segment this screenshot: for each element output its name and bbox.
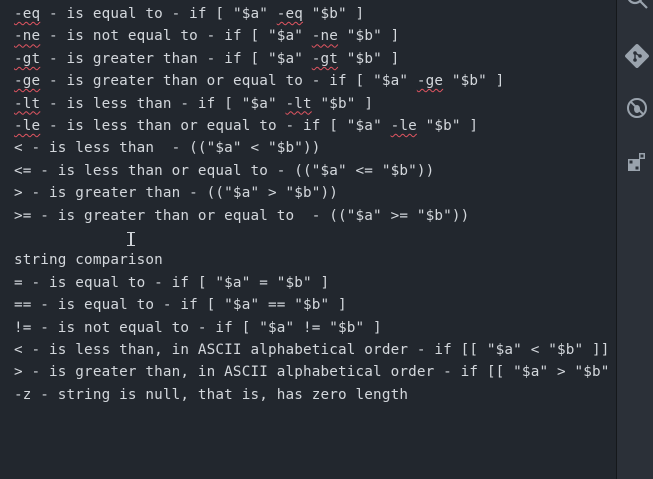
code-token: "$b" ] [338, 50, 400, 67]
text-cursor-icon [125, 230, 137, 250]
code-token-flagged: -gt [14, 50, 41, 67]
code-token: < - is less than - (("$a" < "$b")) [14, 140, 321, 157]
activity-bar [617, 0, 653, 479]
code-line: > - is greater than, in ASCII alphabetic… [14, 361, 616, 383]
code-token: "$b" ] [338, 28, 400, 45]
code-token: "$b" ] [443, 73, 505, 90]
code-line: -gt - is greater than - if [ "$a" -gt "$… [14, 48, 399, 70]
source-control-icon[interactable] [625, 44, 653, 74]
code-token-flagged: -eq [14, 6, 41, 22]
code-line: -lt - is less than - if [ "$a" -lt "$b" … [14, 93, 373, 115]
search-icon[interactable] [625, 0, 653, 16]
code-line: -eq - is equal to - if [ "$a" -eq "$b" ] [14, 3, 364, 25]
code-token-flagged: -eq [276, 6, 304, 22]
code-token-flagged: -lt [285, 95, 312, 112]
code-token: > - is greater than, in ASCII alphabetic… [14, 364, 616, 381]
code-token: == - is equal to - if [ "$a" == "$b" ] [14, 297, 347, 314]
code-token: >= - is greater than or equal to - (("$a… [14, 207, 470, 224]
code-token-flagged: -gt [311, 50, 339, 67]
code-token: - is equal to - if [ "$a" [40, 6, 277, 22]
code-token: > - is greater than - (("$a" > "$b")) [14, 185, 339, 202]
code-line: -z - string is null, that is, has zero l… [14, 384, 408, 406]
code-token: -z - string is null, that is, has zero l… [14, 386, 409, 403]
code-token: = - is equal to - if [ "$a" = "$b" ] [14, 274, 330, 291]
code-line: < - is less than, in ASCII alphabetical … [14, 339, 610, 361]
code-token-flagged: -ge [14, 73, 41, 90]
code-line: string comparison [14, 249, 163, 271]
code-token: - is less than or equal to - if [ "$a" [40, 118, 391, 134]
code-token-flagged: -le [390, 118, 417, 134]
debug-icon[interactable] [625, 96, 653, 126]
code-line: -ne - is not equal to - if [ "$a" -ne "$… [14, 25, 399, 47]
code-line: = - is equal to - if [ "$a" = "$b" ] [14, 272, 329, 294]
extensions-icon[interactable] [625, 150, 653, 180]
text-editor[interactable]: -eq - is equal to - if [ "$a" -eq "$b" ]… [0, 0, 616, 479]
code-token: - is less than - if [ "$a" [40, 95, 286, 112]
code-token-flagged: -ge [416, 73, 444, 90]
code-token: < - is less than, in ASCII alphabetical … [14, 342, 610, 358]
code-line: != - is not equal to - if [ "$a" != "$b"… [14, 317, 382, 339]
code-token: "$b" ] [303, 6, 365, 22]
code-token: string comparison [14, 252, 163, 269]
code-line: <= - is less than or equal to - (("$a" <… [14, 160, 434, 182]
code-line: -le - is less than or equal to - if [ "$… [14, 115, 478, 137]
code-line: >= - is greater than or equal to - (("$a… [14, 205, 469, 227]
code-token: - is greater than - if [ "$a" [40, 50, 312, 67]
code-token: <= - is less than or equal to - (("$a" <… [14, 162, 435, 179]
code-token-flagged: -ne [14, 28, 41, 45]
code-token-flagged: -ne [311, 28, 339, 45]
code-token: != - is not equal to - if [ "$a" != "$b"… [14, 319, 382, 336]
code-line: > - is greater than - (("$a" > "$b")) [14, 182, 338, 204]
code-token-flagged: -le [14, 118, 41, 134]
code-token: "$b" ] [416, 118, 479, 134]
code-token: - is not equal to - if [ "$a" [40, 28, 312, 45]
code-line: -ge - is greater than or equal to - if [… [14, 70, 504, 92]
code-line: < - is less than - (("$a" < "$b")) [14, 137, 321, 159]
code-token: "$b" ] [311, 95, 374, 112]
code-token-flagged: -lt [14, 95, 41, 112]
code-line: == - is equal to - if [ "$a" == "$b" ] [14, 294, 347, 316]
code-token: - is greater than or equal to - if [ "$a… [40, 73, 417, 90]
